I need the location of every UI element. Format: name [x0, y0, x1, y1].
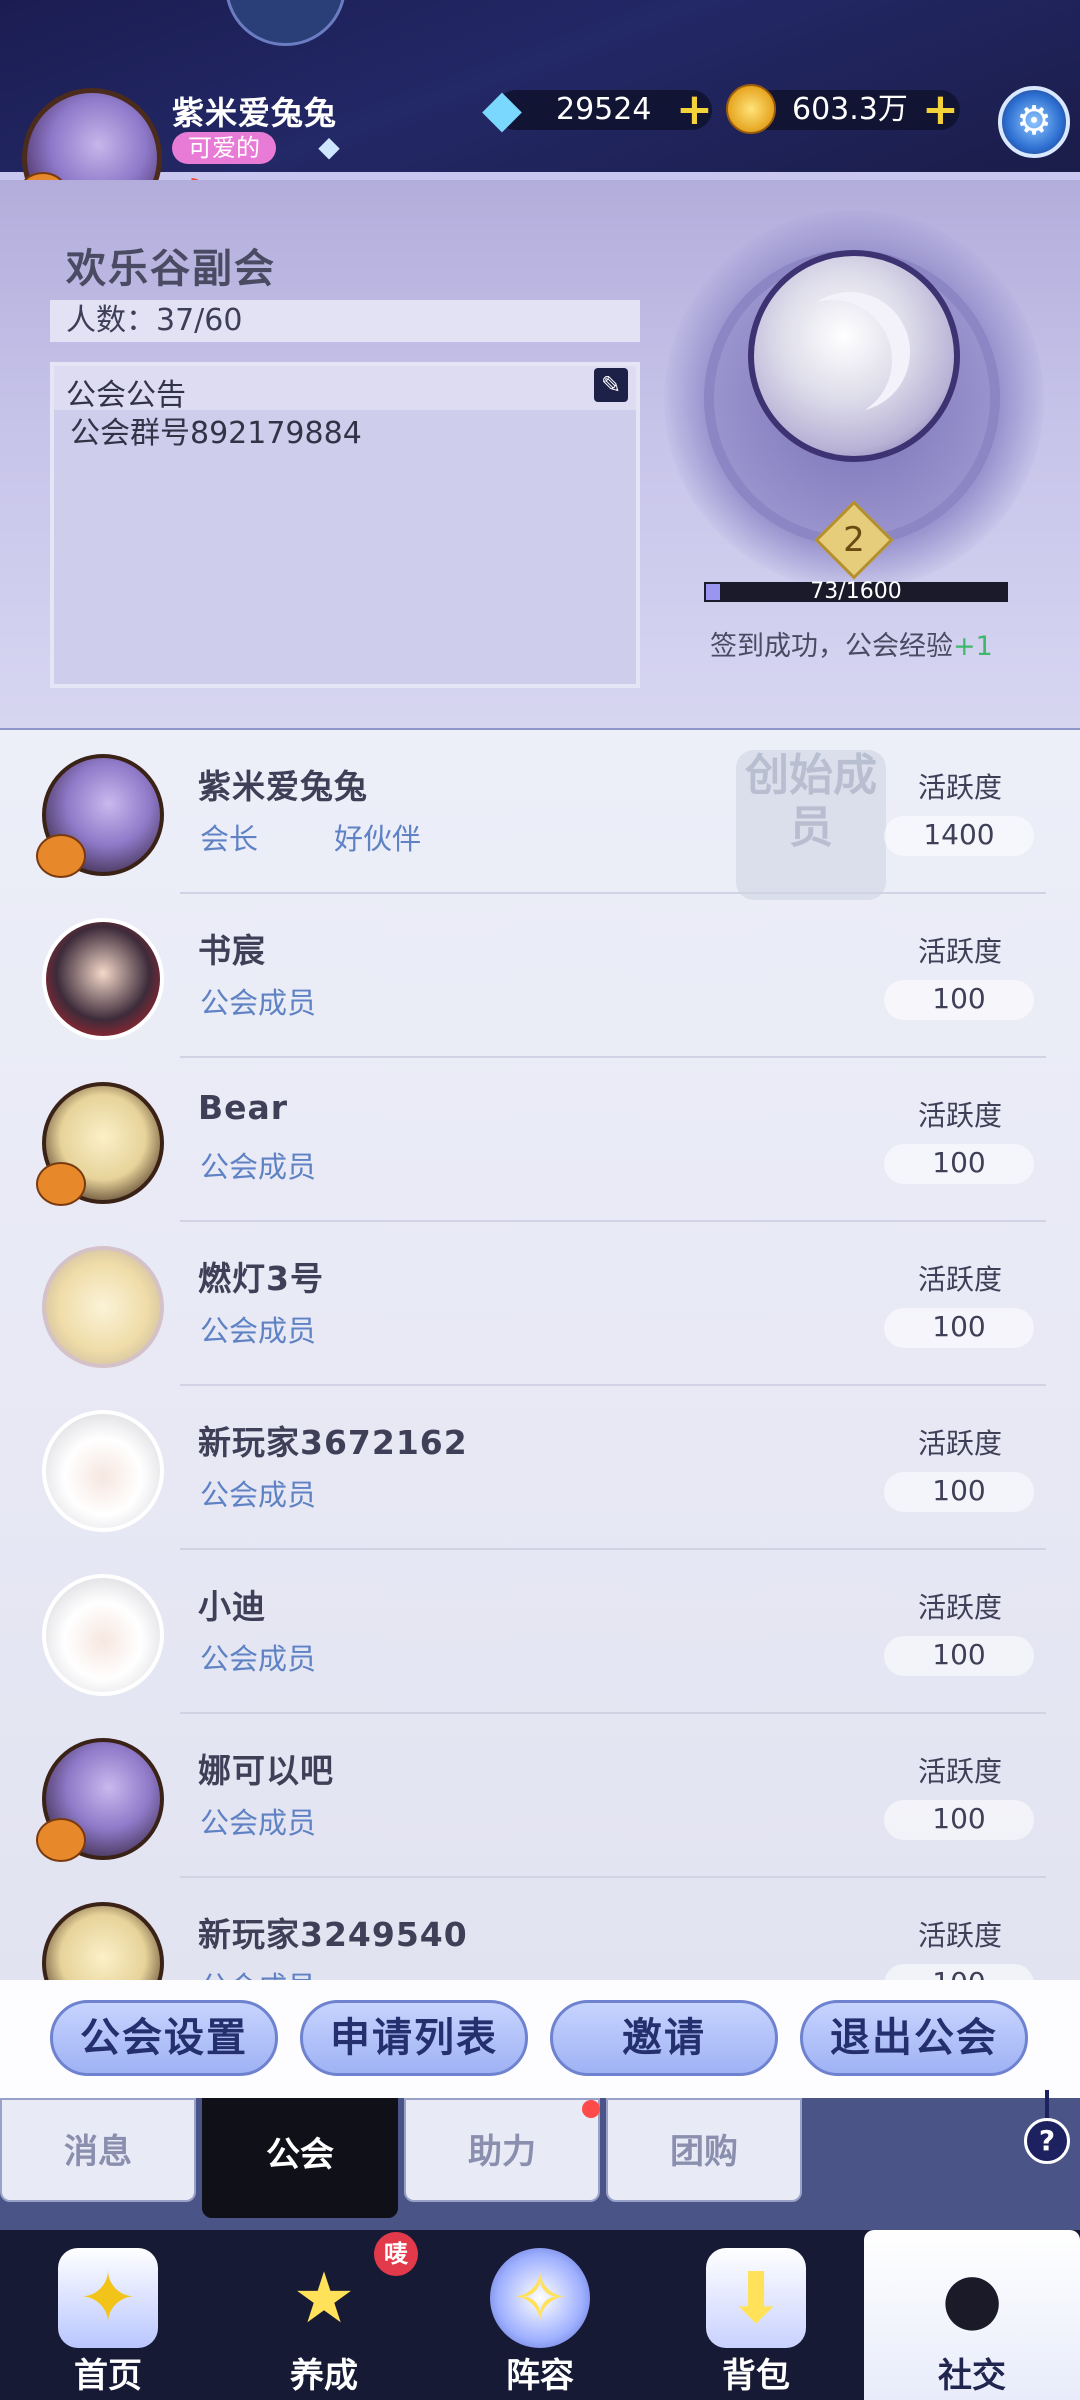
diamond-icon: ◆: [482, 79, 522, 139]
activity-value: 1400: [923, 818, 995, 851]
activity-label: 活跃度: [918, 1755, 1003, 1788]
pumpkin-icon: [36, 1818, 86, 1862]
activity-label: 活跃度: [918, 1263, 1003, 1296]
member-row[interactable]: 书宸 公会成员 活跃度 100: [0, 894, 1080, 1058]
member-name: 新玩家3249540: [198, 1915, 468, 1954]
diamond-value: 29524: [556, 92, 652, 127]
pumpkin-icon: [36, 834, 86, 878]
invite-button[interactable]: 邀请: [550, 2000, 778, 2076]
nav-bag[interactable]: ⬇ 背包: [648, 2230, 864, 2400]
activity-label: 活跃度: [918, 1099, 1003, 1132]
pumpkin-icon: [36, 1162, 86, 1206]
member-row[interactable]: 燃灯3号 公会成员 活跃度 100: [0, 1222, 1080, 1386]
member-list[interactable]: 紫米爱兔兔 会长 好伙伴 创始成员 活跃度 1400 书宸 公会成员 活跃度 1…: [0, 730, 1080, 1980]
guild-level: 2: [843, 520, 865, 560]
activity-label: 活跃度: [918, 1919, 1003, 1952]
activity-value: 100: [932, 1802, 986, 1835]
activity-value: 100: [932, 1474, 986, 1507]
castle-icon: ✦: [58, 2248, 158, 2348]
vip-gem-icon: ◆: [318, 130, 340, 163]
member-avatar[interactable]: [42, 1410, 164, 1532]
activity-label: 活跃度: [918, 935, 1003, 968]
member-row[interactable]: 紫米爱兔兔 会长 好伙伴 创始成员 活跃度 1400: [0, 730, 1080, 900]
nav-social-label: 社交: [938, 2356, 1006, 2396]
member-count: 人数：37/60: [66, 303, 243, 338]
member-role: 公会成员: [200, 986, 317, 1020]
activity-label: 活跃度: [918, 771, 1003, 804]
member-avatar[interactable]: [42, 1902, 164, 1980]
compass-icon: ✧: [490, 2248, 590, 2348]
guild-settings-button[interactable]: 公会设置: [50, 2000, 278, 2076]
member-role: 会长: [200, 822, 259, 856]
leave-guild-button[interactable]: 退出公会: [800, 2000, 1028, 2076]
tab-messages[interactable]: 消息: [0, 2098, 196, 2202]
member-role: 公会成员: [200, 1806, 317, 1840]
nav-bag-label: 背包: [722, 2356, 790, 2396]
checkin-message: 签到成功，公会经验+1: [710, 624, 993, 663]
player-name: 紫米爱兔兔: [172, 94, 338, 132]
application-list-button[interactable]: 申请列表: [300, 2000, 528, 2076]
member-name: 娜可以吧: [198, 1751, 334, 1790]
member-row[interactable]: 新玩家3672162 公会成员 活跃度 100: [0, 1386, 1080, 1550]
member-role: 公会成员: [200, 1964, 316, 1980]
activity-value: 100: [932, 1638, 986, 1671]
nav-develop-badge: 唛: [374, 2232, 418, 2276]
activity-value: 100: [932, 982, 986, 1015]
notice-body: 公会群号892179884: [70, 416, 362, 451]
member-role: 公会成员: [200, 1150, 317, 1184]
tab-guild[interactable]: 公会: [202, 2098, 398, 2218]
member-role: 公会成员: [200, 1478, 317, 1512]
nav-home[interactable]: ✦ 首页: [0, 2230, 216, 2400]
guild-exp-text: 73/1600: [810, 579, 902, 604]
member-name: 新玩家3672162: [198, 1423, 468, 1462]
member-row[interactable]: 小迪 公会成员 活跃度 100: [0, 1550, 1080, 1714]
member-avatar[interactable]: [42, 918, 164, 1040]
activity-label: 活跃度: [918, 1591, 1003, 1624]
member-name: 小迪: [198, 1587, 266, 1626]
activity-value: 100: [932, 1146, 986, 1179]
member-avatar[interactable]: [42, 1574, 164, 1696]
add-coin-button[interactable]: +: [922, 88, 959, 132]
member-name: Bear: [198, 1088, 289, 1127]
tab-assist[interactable]: 助力: [404, 2098, 600, 2202]
checkin-bonus: +1: [953, 631, 993, 662]
help-icon[interactable]: ?: [1024, 2118, 1070, 2164]
coin-icon: [726, 84, 776, 134]
coin-value: 603.3万: [792, 92, 908, 127]
settings-gear-icon[interactable]: ⚙: [998, 86, 1070, 158]
nav-lineup-label: 阵容: [506, 2356, 574, 2396]
member-name: 紫米爱兔兔: [198, 767, 368, 806]
help-antenna: [1045, 2090, 1049, 2120]
member-name: 书宸: [198, 931, 266, 970]
checkin-text: 签到成功，公会经验: [710, 631, 953, 662]
tab-group-buy[interactable]: 团购: [606, 2098, 802, 2202]
member-tag: 好伙伴: [334, 822, 422, 856]
add-diamond-button[interactable]: +: [676, 88, 713, 132]
member-avatar[interactable]: [42, 1246, 164, 1368]
member-row[interactable]: 娜可以吧 公会成员 活跃度 100: [0, 1714, 1080, 1878]
member-row[interactable]: 新玩家3249540 公会成员 活跃度 100: [0, 1878, 1080, 1980]
nav-home-label: 首页: [74, 2356, 142, 2396]
star-icon: ★: [292, 2257, 356, 2339]
guild-name: 欢乐谷副会: [66, 246, 276, 292]
member-name: 燃灯3号: [198, 1259, 324, 1298]
activity-value: 100: [932, 1310, 986, 1343]
nav-social[interactable]: ● 社交: [864, 2230, 1080, 2400]
backpack-icon: ⬇: [706, 2248, 806, 2348]
social-mascot-icon: ●: [941, 2257, 1003, 2339]
founder-stamp: 创始成员: [736, 750, 886, 900]
player-title-badge: 可爱的: [172, 132, 276, 164]
edit-icon[interactable]: ✎: [594, 368, 628, 402]
activity-label: 活跃度: [918, 1427, 1003, 1460]
member-role: 公会成员: [200, 1314, 317, 1348]
notification-dot-icon: [582, 2100, 600, 2118]
nav-lineup[interactable]: ✧ 阵容: [432, 2230, 648, 2400]
activity-value: 100: [884, 1966, 1034, 1980]
member-role: 公会成员: [200, 1642, 317, 1676]
nav-develop-label: 养成: [290, 2356, 358, 2396]
crescent-icon: [790, 292, 910, 412]
member-row[interactable]: Bear 公会成员 活跃度 100: [0, 1058, 1080, 1222]
